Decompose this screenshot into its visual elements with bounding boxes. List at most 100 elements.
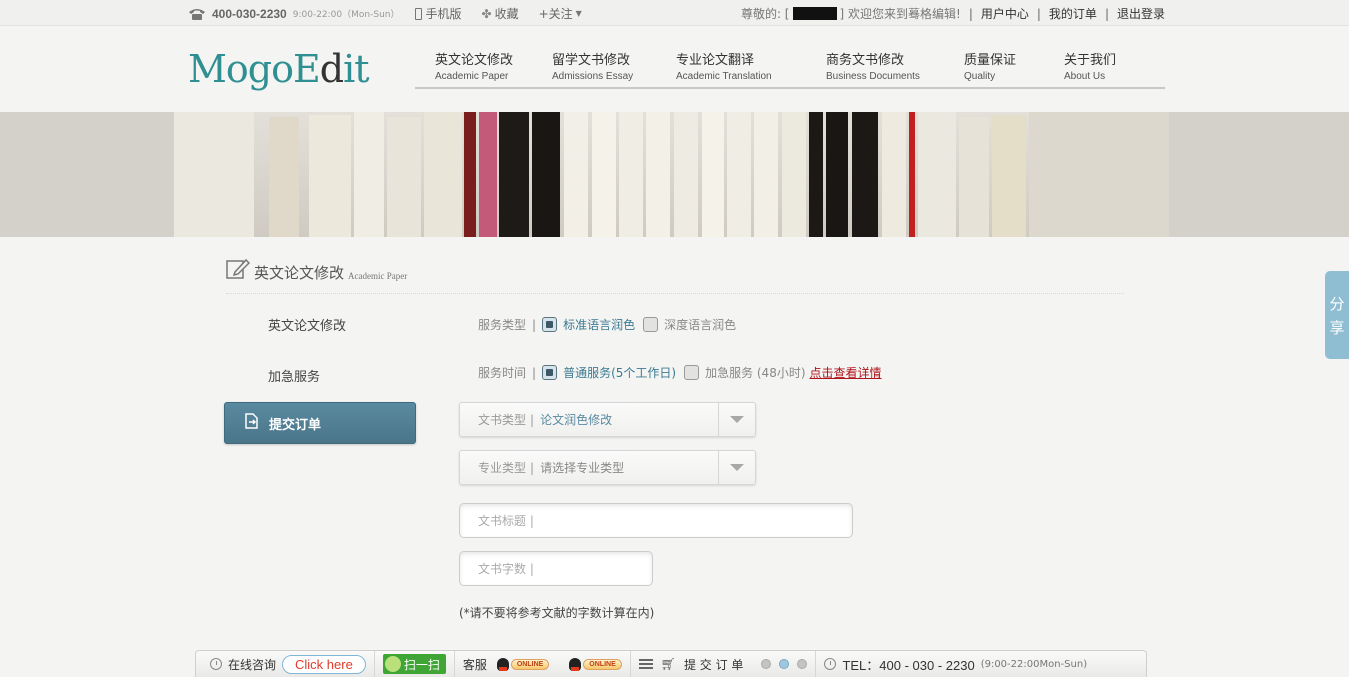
carousel-dot-1[interactable] [761,659,772,669]
book-spine [702,112,724,237]
greeting-start: 尊敬的: [ [740,7,790,21]
express-service-label[interactable]: 加急服务 (48小时) [705,364,805,381]
standard-polish-label[interactable]: 标准语言润色 [563,316,635,333]
document-title-input[interactable]: 文书标题 | [459,503,853,538]
clock-icon [210,658,222,670]
book-spine [809,112,823,237]
menu-icon[interactable] [638,659,653,669]
telephone-segment: TEL：400 - 030 - 2230 (9:00-22:00Mon-Sun) [816,651,1095,677]
document-type-label: 文书类型 [478,413,527,427]
follow-label: +关注 [538,7,573,21]
clock-icon [824,658,837,670]
clover-icon: ✤ [481,6,492,21]
book-spine [826,112,848,237]
site-header: MogoEdit 英文论文修改 Academic Paper 留学文书修改 Ad… [0,27,1349,112]
normal-service-checkbox[interactable] [542,365,558,380]
book-spine [464,112,476,237]
chevron-down-icon[interactable] [718,403,755,436]
nav-quality[interactable]: 质量保证 Quality [944,41,1044,87]
book-spine [174,112,254,237]
book-spine [354,112,384,237]
book-spine [532,112,560,237]
chevron-down-icon[interactable] [718,451,755,484]
submit-order-label: 提交订单 [269,417,322,433]
bookshelf-banner [0,112,1349,237]
book-spine [754,112,778,237]
document-type-select[interactable]: 文书类型 | 论文润色修改 [459,402,756,437]
nav-academic-translation[interactable]: 专业论文翻译 Academic Translation [656,41,806,87]
wechat-scan-button[interactable]: 扫一扫 [382,654,446,674]
service-time-row: 服务时间 | 普通服务(5个工作日) 加急服务 (48小时) 点击查看详情 [478,364,882,381]
book-spine [1029,112,1169,237]
side-item-academic-paper[interactable]: 英文论文修改 [268,315,346,334]
share-tab[interactable]: 分 享 [1325,271,1349,359]
book-spine [782,112,806,237]
hotline-hours: 9:00-22:00（Mon-Sun） [292,10,400,20]
section-title-en: Academic Paper [348,271,408,281]
book-spine [592,112,616,237]
user-center-link[interactable]: 用户中心 [981,5,1029,22]
qq-online-button-2[interactable]: ONLINE [569,657,622,671]
book-spine [959,117,989,237]
favorite-link[interactable]: ✤ 收藏 [482,5,519,22]
major-type-select[interactable]: 专业类型 | 请选择专业类型 [459,450,756,485]
online-consult-label: 在线咨询 [228,657,277,672]
section-title-cn: 英文论文修改 [254,264,345,282]
online-consult-segment: 在线咨询 Click here [196,651,375,677]
carousel-dot-3[interactable] [797,659,808,669]
site-logo[interactable]: MogoEdit [188,47,370,91]
qq-online-button-1[interactable]: ONLINE [496,657,550,671]
nav-business-documents[interactable]: 商务文书修改 Business Documents [806,41,944,87]
logout-link[interactable]: 退出登录 [1117,5,1165,22]
book-spine [909,112,915,237]
service-type-label: 服务类型 [478,318,527,332]
telephone-icon [188,8,206,20]
carousel-dot-2[interactable] [779,659,790,669]
bottom-telephone: TEL：400 - 030 - 2230 [842,657,975,673]
word-count-input[interactable]: 文书字数 | [459,551,653,586]
side-item-express-service[interactable]: 加急服务 [268,366,320,385]
express-service-checkbox[interactable] [684,365,700,380]
deep-polish-checkbox[interactable] [643,317,659,332]
deep-polish-label[interactable]: 深度语言润色 [664,316,736,333]
bottom-telephone-hours: (9:00-22:00Mon-Sun) [980,658,1088,670]
section-divider [226,293,1124,294]
my-orders-link[interactable]: 我的订单 [1049,5,1097,22]
mobile-link[interactable]: 手机版 [415,5,462,22]
favorite-label: 收藏 [494,7,519,21]
nav-admissions-essay[interactable]: 留学文书修改 Admissions Essay [532,41,656,87]
qq-penguin-icon [496,657,509,671]
nav-academic-paper[interactable]: 英文论文修改 Academic Paper [415,41,532,87]
book-spine [918,112,956,237]
book-spine [387,117,421,237]
book-spine [269,117,299,237]
submit-order-button[interactable]: 提交订单 [224,402,416,444]
top-bar-right: 尊敬的: [ ] 欢迎您来到蓦格编辑! | 用户中心 | 我的订单 | 退出登录 [740,5,1165,22]
standard-polish-checkbox[interactable] [542,317,558,332]
book-spine [619,112,643,237]
hotline-number: 400-030-2230 [212,6,287,21]
book-spine [424,112,462,237]
bottom-toolbar: 在线咨询 Click here 扫一扫 客服 ONLINE ONLINE 🛒︎ … [195,650,1147,677]
edit-icon [226,258,251,283]
customer-service-segment: 客服 ONLINE ONLINE [455,651,631,677]
document-type-value: 论文润色修改 [540,413,613,427]
book-spine [674,112,698,237]
book-spine [727,112,751,237]
book-spine [309,115,351,237]
word-count-note: (*请不要将参考文献的字数计算在内) [459,606,655,620]
book-spine [992,115,1026,237]
normal-service-label[interactable]: 普通服务(5个工作日) [563,364,676,381]
scan-segment: 扫一扫 [375,651,455,677]
caret-down-icon: ▼ [575,9,582,18]
bottom-submit-order-link[interactable]: 提 交 订 单 [684,656,743,673]
follow-dropdown[interactable]: +关注 ▼ [539,5,582,22]
bookshelf-image [174,112,1169,237]
submit-order-segment: 🛒︎ 提 交 订 单 [631,651,817,677]
click-here-button[interactable]: Click here [282,654,366,674]
view-details-link[interactable]: 点击查看详情 [810,364,882,381]
top-bar: 400-030-2230 9:00-22:00（Mon-Sun） 手机版 ✤ 收… [0,0,1349,26]
nav-about-us[interactable]: 关于我们 About Us [1044,41,1144,87]
book-spine [479,112,497,237]
book-spine [564,112,588,237]
